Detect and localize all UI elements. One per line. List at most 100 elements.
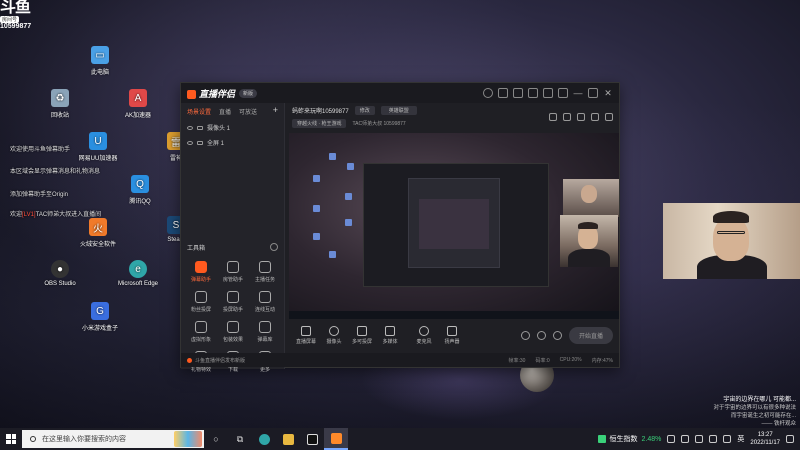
shield-icon[interactable] bbox=[543, 88, 553, 98]
desktop-icon-edge[interactable]: e Microsoft Edge bbox=[110, 260, 166, 287]
streamer-name: 蚂蚱来玩啊10599877 bbox=[292, 109, 349, 115]
tool-fan-cast[interactable]: 粉丝投屏 bbox=[185, 291, 217, 313]
control-label: 麦克风 bbox=[416, 338, 432, 345]
desktop-icon-label: 腾讯QQ bbox=[129, 199, 151, 205]
record-icon[interactable] bbox=[520, 330, 530, 340]
danmu-prefix: 欢迎 bbox=[10, 212, 23, 218]
more-icon[interactable] bbox=[270, 243, 278, 251]
tag-select[interactable]: 穿越火线 · 枪王游戏 bbox=[292, 119, 347, 128]
share-icon[interactable] bbox=[605, 113, 613, 121]
system-clock[interactable]: 13:27 2022/11/17 bbox=[750, 431, 780, 447]
input-method[interactable]: 英 bbox=[737, 434, 744, 444]
tool-virtual-avatar[interactable]: 虚拟形象 bbox=[185, 321, 217, 343]
tool-label: 虚拟形象 bbox=[190, 337, 211, 343]
gift-box-icon[interactable] bbox=[549, 113, 557, 121]
start-live-button[interactable]: 开始直播 bbox=[568, 326, 613, 344]
tool-label: 礼物特效 bbox=[190, 367, 211, 373]
screen-capture-button[interactable]: 直播屏幕 bbox=[292, 325, 320, 345]
tool-danmu-assistant[interactable]: 弹幕助手 bbox=[185, 261, 217, 283]
chat-icon[interactable] bbox=[513, 88, 523, 98]
close-icon[interactable]: ✕ bbox=[603, 88, 613, 98]
status-message[interactable]: 斗鱼直播伴侣发布新版 bbox=[187, 357, 245, 364]
tool-label: 房管助手 bbox=[222, 277, 243, 283]
microphone-button[interactable]: 麦克风 bbox=[410, 325, 438, 345]
tool-packaging[interactable]: 包装效果 bbox=[217, 321, 249, 343]
version-badge[interactable]: 新版 bbox=[239, 88, 258, 98]
volume-icon[interactable] bbox=[723, 435, 732, 443]
tool-room-admin[interactable]: 房管助手 bbox=[217, 261, 249, 283]
gear-icon[interactable] bbox=[552, 330, 562, 340]
speaker-button[interactable]: 扬声器 bbox=[438, 325, 466, 345]
room-label: 房间号 bbox=[0, 16, 20, 23]
lock-icon[interactable] bbox=[197, 140, 203, 145]
desktop-icon-qq[interactable]: Q 腾讯QQ bbox=[112, 175, 168, 205]
scene-label: 全屏 1 bbox=[207, 141, 225, 147]
cortana-icon[interactable]: ○ bbox=[204, 428, 228, 450]
notification-icon[interactable] bbox=[786, 435, 794, 443]
package-icon bbox=[227, 321, 239, 333]
scene-item[interactable]: 摄像头 1 bbox=[181, 120, 284, 135]
chevron-up-icon[interactable] bbox=[681, 435, 690, 443]
tool-cast-assistant[interactable]: 投屏助手 bbox=[217, 291, 249, 313]
edit-button[interactable]: 修改 bbox=[354, 106, 375, 115]
tool-danmu-library[interactable]: 弹幕库 bbox=[249, 321, 281, 343]
desktop-icon-ak[interactable]: A AK加速器 bbox=[110, 89, 166, 119]
scene-item[interactable]: 全屏 1 bbox=[181, 135, 284, 150]
add-scene-icon[interactable]: + bbox=[273, 106, 278, 116]
avatar-virtual-icon bbox=[195, 321, 207, 333]
taskbar-live-companion-icon[interactable] bbox=[324, 428, 348, 450]
desktop-icon-xiaomi[interactable]: G 小米游戏盒子 bbox=[72, 302, 128, 332]
desktop-icon-recycle-bin[interactable]: ♻ 回收站 bbox=[32, 89, 88, 119]
media-button[interactable]: 多媒体 bbox=[376, 325, 404, 345]
stock-widget[interactable]: 恒生指数 2.48% bbox=[597, 434, 661, 444]
tab-scenes[interactable]: 场景设置 bbox=[187, 107, 211, 116]
control-label: 摄像头 bbox=[326, 338, 342, 345]
desktop-icon-label: 此电脑 bbox=[90, 70, 109, 76]
desktop-icon-uu[interactable]: U 网易UU加速器 bbox=[70, 132, 126, 162]
menu-icon[interactable] bbox=[558, 88, 568, 98]
desktop-icon-huorong[interactable]: 火 火绒安全软件 bbox=[70, 218, 126, 248]
network-icon[interactable] bbox=[709, 435, 718, 443]
taskbar-search[interactable]: 在这里输入你要搜索的内容 bbox=[22, 430, 204, 448]
maximize-icon[interactable] bbox=[588, 88, 598, 98]
category-select[interactable]: 英雄联盟 bbox=[380, 106, 417, 115]
eye-icon[interactable] bbox=[187, 140, 193, 145]
cloud-icon[interactable] bbox=[695, 435, 704, 443]
desktop-icon-computer[interactable]: ▭ 此电脑 bbox=[72, 46, 128, 76]
eye-icon[interactable] bbox=[536, 330, 546, 340]
task-view-icon[interactable]: ⧉ bbox=[228, 428, 252, 450]
message-icon[interactable] bbox=[498, 88, 508, 98]
app-title: 直播伴侣 bbox=[187, 87, 235, 100]
taskbar-edge-icon[interactable] bbox=[252, 428, 276, 450]
person-icon[interactable] bbox=[667, 435, 676, 443]
chat-line: 宇宙的边界在哪儿 可能都... bbox=[723, 397, 796, 403]
preview-nested-window bbox=[363, 163, 549, 287]
minimize-icon[interactable]: — bbox=[573, 88, 583, 98]
chat-line: 对于宇宙的边界可以有很多种说法 bbox=[713, 405, 796, 411]
gift-icon[interactable] bbox=[528, 88, 538, 98]
danmu-message: 添加弹幕助手至Origin bbox=[10, 192, 69, 198]
eye-icon[interactable] bbox=[187, 125, 193, 130]
tab-live[interactable]: 直播 bbox=[219, 107, 231, 116]
settings-icon[interactable] bbox=[577, 113, 585, 121]
window-titlebar[interactable]: 直播伴侣 新版 — ✕ bbox=[181, 83, 619, 103]
tool-label: 更多 bbox=[259, 367, 270, 373]
lock-icon[interactable] bbox=[197, 125, 203, 130]
lock-icon[interactable] bbox=[563, 113, 571, 121]
avatar-icon[interactable] bbox=[483, 88, 493, 98]
camera-button[interactable]: 摄像头 bbox=[320, 325, 348, 345]
sidebar-tabs: 场景设置 直播 可放送 + bbox=[181, 103, 284, 120]
chat-line: 而宇宙诞生之初可能存在... bbox=[730, 413, 796, 419]
ak-accelerator-icon: A bbox=[129, 89, 147, 107]
tool-streamer-task[interactable]: 主播任务 bbox=[249, 261, 281, 283]
bell-icon[interactable] bbox=[591, 113, 599, 121]
file-explorer-icon[interactable] bbox=[276, 428, 300, 450]
clock-date: 2022/11/17 bbox=[750, 440, 780, 446]
desktop-icon-obs[interactable]: ● OBS Studio bbox=[32, 260, 88, 287]
tool-label: 下载 bbox=[227, 367, 238, 373]
capcut-icon[interactable] bbox=[300, 428, 324, 450]
multi-cast-button[interactable]: 多可投屏 bbox=[348, 325, 376, 345]
tool-link-interact[interactable]: 连线互动 bbox=[249, 291, 281, 313]
tab-broadcast[interactable]: 可放送 bbox=[239, 107, 257, 116]
start-button[interactable] bbox=[0, 428, 22, 450]
